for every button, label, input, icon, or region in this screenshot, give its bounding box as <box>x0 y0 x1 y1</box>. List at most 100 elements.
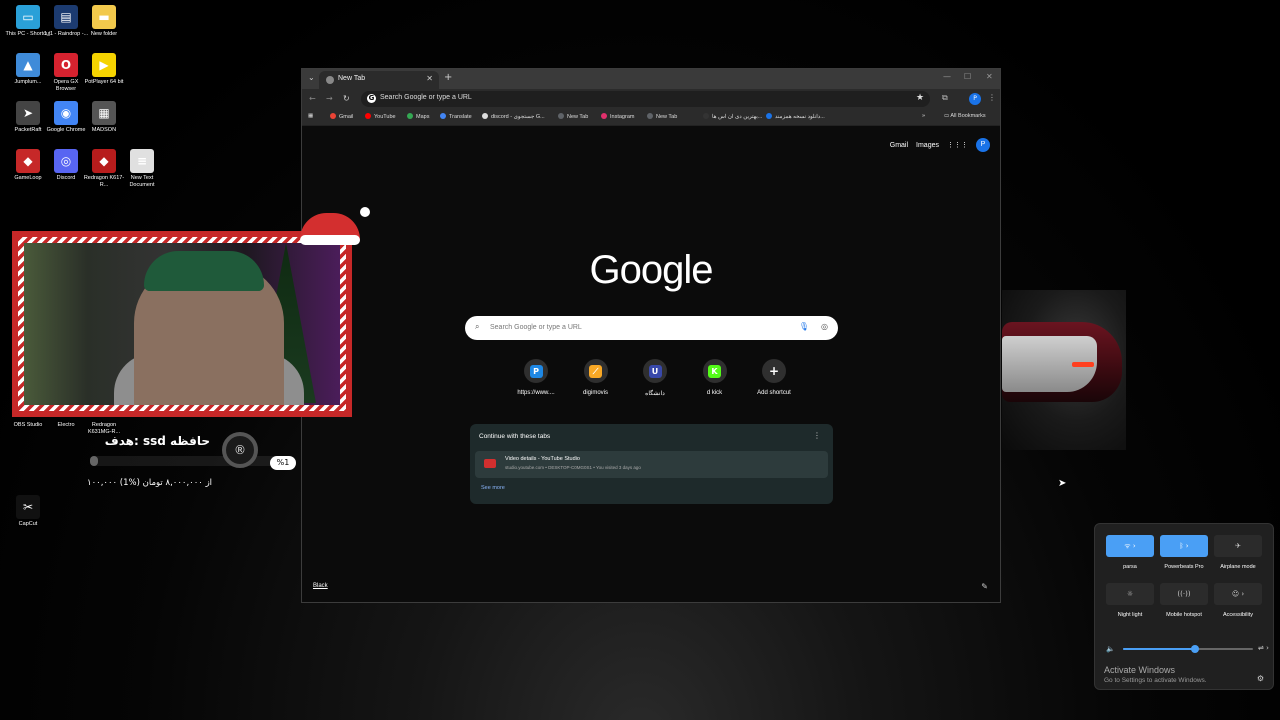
address-bar[interactable]: G Search Google or type a URL <box>361 91 930 107</box>
reload-icon[interactable]: ↻ <box>343 94 350 103</box>
bookmark-item[interactable]: Maps <box>407 113 429 120</box>
quick-setting-label: Night light <box>1117 612 1143 618</box>
google-icon: G <box>367 94 376 103</box>
more-bookmarks-icon[interactable]: » <box>922 113 925 119</box>
tab-title: New Tab <box>338 75 366 82</box>
santa-hat-icon <box>300 207 370 247</box>
account-avatar[interactable]: P <box>976 138 990 152</box>
lens-icon[interactable]: ◎ <box>821 322 828 331</box>
bookmark-item[interactable]: Instagram <box>601 113 634 120</box>
see-more-link[interactable]: See more <box>481 485 505 491</box>
bookmark-label: Gmail <box>339 114 354 120</box>
desktop-icon[interactable]: ▦ MADSON <box>81 101 127 134</box>
bookmark-item[interactable]: New Tab <box>647 113 677 120</box>
all-bookmarks[interactable]: ▭ All Bookmarks <box>944 113 986 119</box>
shortcut-tile[interactable]: + Add shortcut <box>747 359 801 397</box>
quick-setting-toggle[interactable]: ᯤ › <box>1106 535 1154 557</box>
shortcuts: Phttps://www.... ⟋ digimovis U دانشگاه Kd kic… <box>509 359 801 397</box>
apps-grid-icon[interactable]: ▦ <box>308 113 313 119</box>
quick-settings-panel: ᯤ › parsa ᛒ › Powerbeats Pro ✈ Airplane mode ☼… <box>1094 523 1274 690</box>
back-icon[interactable]: ← <box>309 94 316 103</box>
title-bar: ⌄ New Tab ✕ + — ☐ ✕ <box>302 69 1000 89</box>
minimize-icon[interactable]: — <box>943 72 951 81</box>
bookmark-item[interactable]: discord - جستجوی G... <box>482 113 545 120</box>
quick-setting-toggle[interactable]: ☺ › <box>1214 583 1262 605</box>
app-icon: ✂ <box>16 495 40 519</box>
app-icon: ◆ <box>16 149 40 173</box>
activate-windows-subtitle: Go to Settings to activate Windows. <box>1104 677 1207 684</box>
forward-icon[interactable]: → <box>326 94 333 103</box>
app-icon: ➤ <box>16 101 40 125</box>
gmail-link[interactable]: Gmail <box>890 142 908 149</box>
customize-pencil-icon[interactable]: ✎ <box>981 582 988 591</box>
goal-percent: %1 <box>270 456 296 470</box>
shortcut-icon: P <box>529 364 543 378</box>
quick-setting-toggle[interactable]: ☼ <box>1106 583 1154 605</box>
volume-icon[interactable]: 🔈 <box>1106 645 1115 653</box>
tab-search-icon[interactable]: ⌄ <box>308 73 315 82</box>
search-placeholder: Search Google or type a URL <box>490 324 582 331</box>
bookmark-item[interactable]: بهترین دی ان اس ها... <box>703 113 762 120</box>
bookmark-label: Translate <box>449 114 472 120</box>
profile-avatar[interactable]: P <box>969 93 981 105</box>
continue-item-title: Video details - YouTube Studio <box>505 456 580 462</box>
desktop-icon[interactable]: ✂ CapCut <box>5 495 51 528</box>
desktop-icon-label: PotPlayer 64 bit <box>84 79 124 85</box>
google-logo: Google <box>589 248 714 292</box>
new-tab-page: Gmail Images ⋮⋮⋮ P Google ⌕ Search Googl… <box>302 126 1000 602</box>
bookmark-favicon-icon <box>365 113 371 119</box>
toolbar: ← → ↻ G Search Google or type a URL ★ ⧉ … <box>302 89 1000 110</box>
app-icon: ◆ <box>92 149 116 173</box>
new-tab-button[interactable]: + <box>444 72 452 83</box>
bookmark-item[interactable]: دانلود نسخه همزمند... <box>766 113 825 120</box>
google-apps-icon[interactable]: ⋮⋮⋮ <box>947 141 968 149</box>
quick-setting-toggle[interactable]: ✈ <box>1214 535 1262 557</box>
bookmark-label: New Tab <box>567 114 589 120</box>
voice-search-icon[interactable]: 🎙 <box>799 322 809 331</box>
more-options-icon[interactable]: ⋮ <box>813 431 821 440</box>
search-box[interactable]: ⌕ Search Google or type a URL 🎙 ◎ <box>465 316 838 340</box>
shortcut-tile[interactable]: ⟋ digimovis <box>569 359 623 397</box>
settings-gear-icon[interactable]: ⚙ <box>1257 674 1264 683</box>
quick-setting-label: Airplane mode <box>1220 564 1256 570</box>
desktop-icon[interactable]: ▬ New folder <box>81 5 127 38</box>
shortcut-tile[interactable]: Phttps://www.... <box>509 359 563 397</box>
app-icon: O <box>54 53 78 77</box>
menu-icon[interactable]: ⋮ <box>988 93 996 102</box>
quick-setting-toggle[interactable]: ᛒ › <box>1160 535 1208 557</box>
new-tab-favicon-icon <box>326 76 334 84</box>
continue-item[interactable]: Video details - YouTube Studio studio.yo… <box>475 451 828 478</box>
bookmark-favicon-icon <box>647 113 653 119</box>
app-icon: ▬ <box>92 5 116 29</box>
bookmark-label: discord - جستجوی G... <box>491 114 545 120</box>
bookmark-favicon-icon <box>558 113 564 119</box>
shortcut-label: دانشگاه <box>645 391 665 397</box>
tab-new-tab[interactable]: New Tab ✕ <box>319 71 439 89</box>
bookmark-star-icon[interactable]: ★ <box>916 93 924 103</box>
app-icon: ▤ <box>54 5 78 29</box>
bookmark-favicon-icon <box>440 113 446 119</box>
bookmark-label: بهترین دی ان اس ها... <box>712 114 763 120</box>
bookmark-item[interactable]: New Tab <box>558 113 588 120</box>
goal-amount: ۱۰۰,۰۰۰ از ۸,۰۰۰,۰۰۰ تومان (%1) <box>87 478 213 488</box>
theme-link[interactable]: Black <box>313 583 328 589</box>
images-link[interactable]: Images <box>916 142 939 149</box>
shortcut-icon: U <box>648 364 662 378</box>
extensions-icon[interactable]: ⧉ <box>942 93 948 103</box>
shortcut-tile[interactable]: Kd kick <box>688 359 742 397</box>
continue-title: Continue with these tabs <box>479 433 551 440</box>
bookmark-item[interactable]: YouTube <box>365 113 396 120</box>
audio-output-icon[interactable]: ⇌ › <box>1258 644 1269 652</box>
close-tab-icon[interactable]: ✕ <box>426 74 433 83</box>
desktop-icon[interactable]: ≡ New Text Document <box>119 149 165 189</box>
goal-title: هدف: ssd حافظه <box>104 434 210 448</box>
close-window-icon[interactable]: ✕ <box>986 72 993 81</box>
shortcut-tile[interactable]: U دانشگاه <box>628 359 682 397</box>
maximize-icon[interactable]: ☐ <box>964 72 971 81</box>
desktop-icon-label: New Text Document <box>129 175 155 188</box>
volume-slider[interactable] <box>1123 645 1253 653</box>
desktop-icon[interactable]: ▶ PotPlayer 64 bit <box>81 53 127 86</box>
quick-setting-toggle[interactable]: ((·)) <box>1160 583 1208 605</box>
bookmark-item[interactable]: Translate <box>440 113 472 120</box>
bookmark-item[interactable]: Gmail <box>330 113 353 120</box>
